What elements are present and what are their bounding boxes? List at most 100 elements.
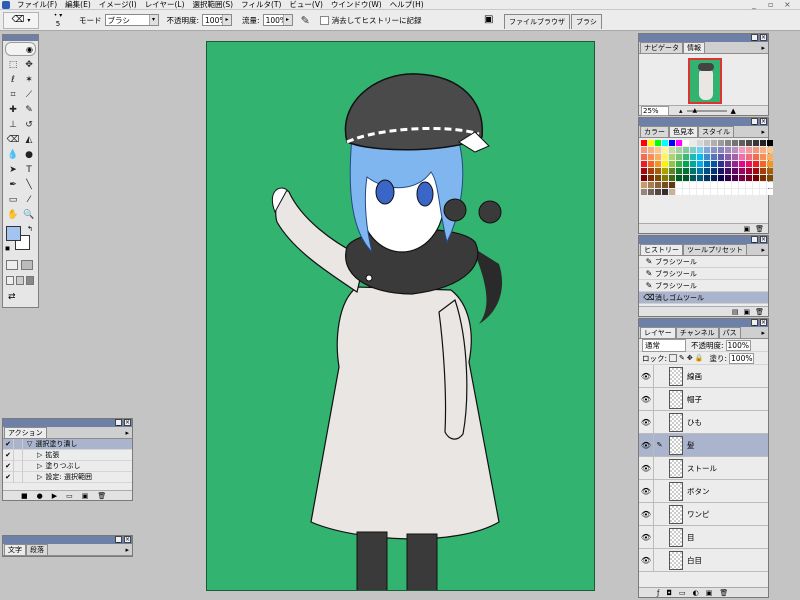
mode-select[interactable]: ブラシ ▾: [104, 14, 159, 26]
new-swatch-icon[interactable]: ▣: [743, 225, 750, 233]
color-swatch[interactable]: [739, 182, 745, 188]
panel-menu-icon[interactable]: ▸: [761, 246, 765, 254]
navigator-thumbnail[interactable]: [688, 58, 722, 104]
menu-image[interactable]: イメージ(I): [95, 0, 141, 10]
color-swatch[interactable]: [725, 175, 731, 181]
action-item[interactable]: ✔ ▷ 塗りつぶし: [3, 460, 132, 472]
new-document-icon[interactable]: ▤: [732, 308, 739, 316]
tab-navigator[interactable]: ナビゲータ: [640, 42, 683, 53]
color-swatch[interactable]: [641, 182, 647, 188]
color-swatch[interactable]: [662, 140, 668, 146]
color-swatch[interactable]: [739, 154, 745, 160]
color-swatch[interactable]: [760, 147, 766, 153]
layer-opacity-field[interactable]: 100%: [725, 339, 751, 351]
tab-paragraph[interactable]: 段落: [26, 544, 48, 555]
link-slot[interactable]: [653, 457, 665, 479]
erase-history-checkbox[interactable]: [319, 15, 329, 25]
check-icon[interactable]: ✔: [3, 440, 13, 448]
panel-menu-icon[interactable]: ▸: [761, 44, 765, 52]
color-swatch[interactable]: [739, 147, 745, 153]
check-icon[interactable]: ✔: [3, 462, 13, 470]
line-tool-icon[interactable]: ╲: [21, 178, 37, 193]
toolbox-title-bar[interactable]: [3, 35, 38, 41]
jump-to-imageready-icon[interactable]: ⇄: [8, 292, 16, 302]
tab-color[interactable]: カラー: [640, 126, 669, 137]
color-swatch[interactable]: [683, 140, 689, 146]
panel-menu-icon[interactable]: ▸: [125, 546, 129, 554]
color-swatch[interactable]: [662, 168, 668, 174]
color-swatch[interactable]: [690, 175, 696, 181]
color-swatch[interactable]: [690, 168, 696, 174]
action-item[interactable]: ✔ ▷ 設定: 選択範囲: [3, 471, 132, 483]
panel-title-bar[interactable]: _ ×: [639, 118, 768, 126]
layer-row[interactable]: 👁 ストール: [639, 457, 768, 480]
tab-actions[interactable]: アクション: [4, 427, 47, 438]
color-swatch[interactable]: [732, 140, 738, 146]
color-swatch[interactable]: [704, 161, 710, 167]
slice-tool-icon[interactable]: ⟋: [21, 88, 37, 103]
minimize-icon[interactable]: _: [751, 236, 758, 243]
visibility-eye-icon[interactable]: 👁: [639, 395, 653, 404]
color-swatch[interactable]: [648, 189, 654, 195]
document-canvas[interactable]: [206, 41, 595, 591]
color-swatch[interactable]: [648, 182, 654, 188]
hand-tool-icon[interactable]: ✋: [5, 208, 21, 223]
color-swatch[interactable]: [676, 147, 682, 153]
history-brush-tool-icon[interactable]: ↺: [21, 118, 37, 133]
color-swatch[interactable]: [648, 147, 654, 153]
color-swatch[interactable]: [655, 147, 661, 153]
color-swatch[interactable]: [732, 168, 738, 174]
close-icon[interactable]: ×: [760, 319, 767, 326]
active-brush-icon[interactable]: ✎: [653, 434, 665, 456]
color-swatch[interactable]: [669, 175, 675, 181]
color-swatch[interactable]: [753, 154, 759, 160]
menu-file[interactable]: ファイル(F): [13, 0, 61, 10]
color-swatch[interactable]: [704, 168, 710, 174]
color-swatch[interactable]: [753, 147, 759, 153]
color-swatch[interactable]: [683, 175, 689, 181]
new-layer-icon[interactable]: ▣: [706, 589, 713, 597]
menu-select[interactable]: 選択範囲(S): [189, 0, 238, 10]
color-swatch[interactable]: [718, 161, 724, 167]
layer-mask-icon[interactable]: ◘: [666, 589, 672, 597]
color-swatch[interactable]: [655, 189, 661, 195]
color-swatch[interactable]: [655, 154, 661, 160]
panel-menu-icon[interactable]: ▸: [125, 429, 129, 437]
color-swatch[interactable]: [690, 161, 696, 167]
color-swatch[interactable]: [704, 182, 710, 188]
restore-button[interactable]: ▫: [768, 0, 773, 10]
panel-menu-icon[interactable]: ▸: [761, 329, 765, 337]
color-swatch[interactable]: [732, 182, 738, 188]
lock-brush-icon[interactable]: ✎: [679, 354, 685, 362]
blend-mode-select[interactable]: 通常: [642, 338, 686, 352]
screen-mode-standard-icon[interactable]: [6, 276, 14, 285]
color-swatch[interactable]: [753, 182, 759, 188]
color-swatch[interactable]: [676, 175, 682, 181]
color-swatch[interactable]: [669, 161, 675, 167]
color-swatch[interactable]: [760, 168, 766, 174]
link-slot[interactable]: [653, 503, 665, 525]
new-set-icon[interactable]: ▭: [679, 589, 686, 597]
close-icon[interactable]: ×: [760, 34, 767, 41]
color-swatch[interactable]: [662, 189, 668, 195]
check-icon[interactable]: ✔: [3, 451, 13, 459]
color-swatch[interactable]: [704, 140, 710, 146]
visibility-eye-icon[interactable]: 👁: [639, 372, 653, 381]
panel-title-bar[interactable]: _ ×: [3, 419, 132, 427]
color-swatch[interactable]: [697, 189, 703, 195]
color-swatch[interactable]: [711, 154, 717, 160]
well-tab-file-browser[interactable]: ファイルブラウザ: [504, 14, 570, 29]
color-swatch[interactable]: [753, 161, 759, 167]
link-slot[interactable]: [653, 411, 665, 433]
layer-row[interactable]: 👁 目: [639, 526, 768, 549]
color-swatch[interactable]: [655, 168, 661, 174]
color-swatch[interactable]: [655, 182, 661, 188]
link-slot[interactable]: [653, 549, 665, 571]
link-slot[interactable]: [653, 388, 665, 410]
dodge-tool-icon[interactable]: ●: [21, 148, 37, 163]
airbrush-icon[interactable]: ✎: [301, 14, 310, 27]
tab-tool-presets[interactable]: ツールプリセット: [683, 244, 747, 255]
minimize-icon[interactable]: _: [115, 419, 122, 426]
color-swatch[interactable]: [683, 161, 689, 167]
color-swatch[interactable]: [704, 189, 710, 195]
